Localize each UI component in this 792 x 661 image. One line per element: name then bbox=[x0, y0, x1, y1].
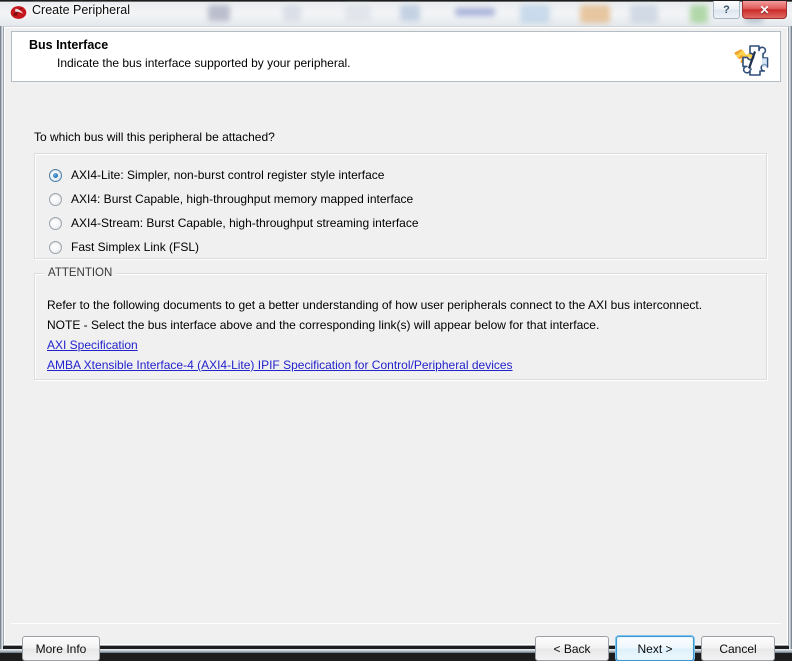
radio-indicator[interactable] bbox=[49, 168, 62, 182]
radio-indicator[interactable] bbox=[49, 216, 62, 230]
next-button[interactable]: Next > bbox=[616, 636, 694, 661]
dialog-client-area: Bus Interface Indicate the bus interface… bbox=[3, 26, 789, 661]
radio-indicator[interactable] bbox=[49, 192, 62, 206]
bus-options-group: AXI4-Lite: Simpler, non-burst control re… bbox=[34, 153, 767, 259]
title-bar[interactable]: Create Peripheral ? ✕ bbox=[0, 0, 792, 26]
attention-line-1: Refer to the following documents to get … bbox=[47, 298, 703, 312]
more-info-button[interactable]: More Info bbox=[22, 636, 100, 661]
close-icon[interactable]: ✕ bbox=[742, 1, 787, 19]
back-button[interactable]: < Back bbox=[535, 636, 609, 661]
radio-option-fsl[interactable]: Fast Simplex Link (FSL) bbox=[49, 238, 199, 256]
window-controls: ? ✕ bbox=[713, 1, 787, 19]
attention-group: ATTENTION Refer to the following documen… bbox=[34, 267, 767, 380]
puzzle-piece-icon bbox=[730, 37, 772, 79]
radio-option-axi4lite[interactable]: AXI4-Lite: Simpler, non-burst control re… bbox=[49, 166, 384, 184]
page-subtitle: Indicate the bus interface supported by … bbox=[57, 56, 351, 70]
radio-label: Fast Simplex Link (FSL) bbox=[71, 240, 200, 254]
page-title: Bus Interface bbox=[29, 38, 109, 52]
cancel-button[interactable]: Cancel bbox=[701, 636, 775, 661]
wizard-header: Bus Interface Indicate the bus interface… bbox=[11, 31, 781, 82]
radio-label: AXI4-Lite: Simpler, non-burst control re… bbox=[71, 168, 385, 182]
xilinx-logo-icon bbox=[10, 4, 27, 21]
attention-legend: ATTENTION bbox=[44, 267, 117, 279]
link-amba-ipif-specification[interactable]: AMBA Xtensible Interface-4 (AXI4-Lite) I… bbox=[47, 358, 513, 372]
bus-question-label: To which bus will this peripheral be att… bbox=[34, 130, 275, 144]
radio-option-axi4[interactable]: AXI4: Burst Capable, high-throughput mem… bbox=[49, 190, 413, 208]
radio-label: AXI4: Burst Capable, high-throughput mem… bbox=[71, 192, 414, 206]
radio-label: AXI4-Stream: Burst Capable, high-through… bbox=[71, 216, 419, 230]
attention-line-2: NOTE - Select the bus interface above an… bbox=[47, 318, 600, 332]
link-axi-specification[interactable]: AXI Specification bbox=[47, 338, 138, 352]
window-title: Create Peripheral bbox=[32, 3, 130, 17]
radio-option-axi4stream[interactable]: AXI4-Stream: Burst Capable, high-through… bbox=[49, 214, 419, 232]
create-peripheral-window: Create Peripheral ? ✕ Bus Interface Indi… bbox=[0, 0, 792, 661]
footer-divider bbox=[11, 623, 781, 624]
radio-indicator[interactable] bbox=[49, 240, 62, 254]
help-button[interactable]: ? bbox=[713, 1, 740, 19]
